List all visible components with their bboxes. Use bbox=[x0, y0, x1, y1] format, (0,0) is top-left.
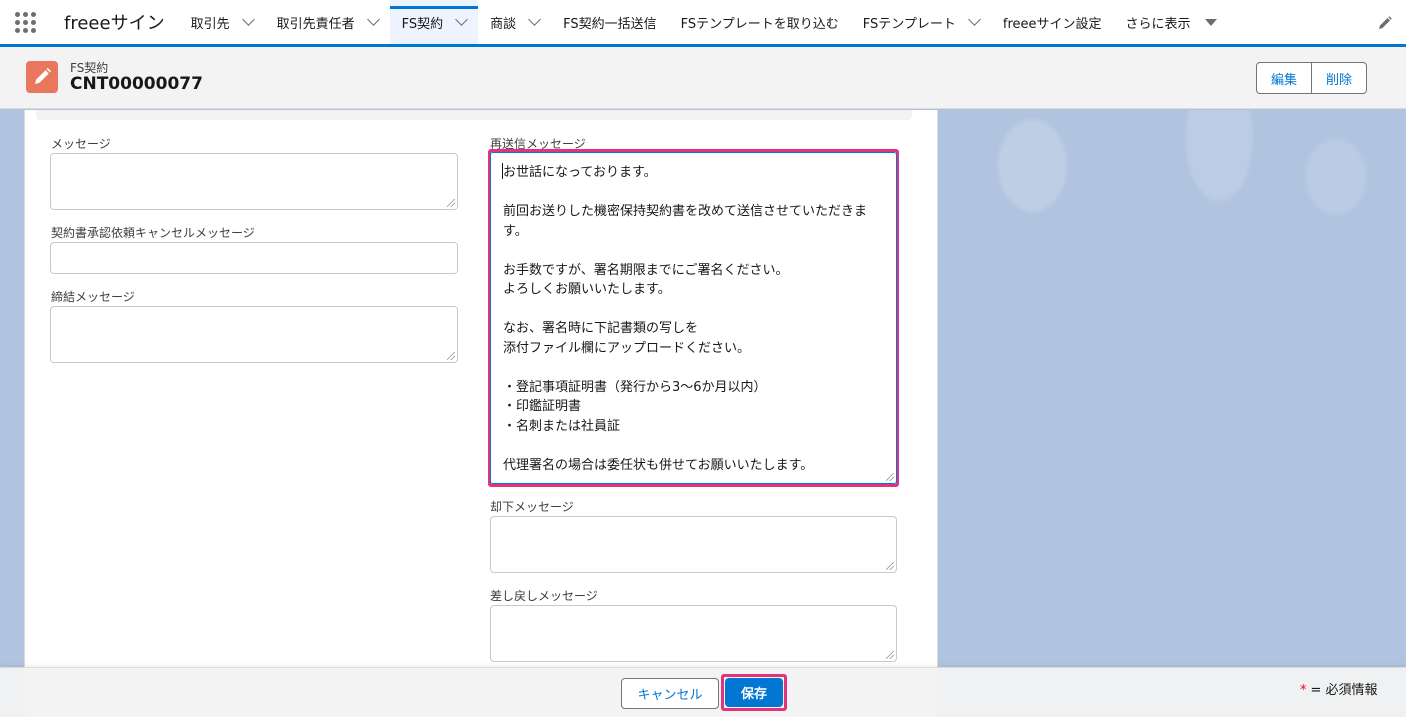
pencil-icon bbox=[35, 67, 52, 84]
nav-tabs: 取引先 取引先責任者 FS契約 商談 FS契約一括送信 FSテンプレートを取り込… bbox=[179, 0, 1229, 44]
textarea-line bbox=[503, 300, 884, 320]
textarea-line: お世話になっております。 bbox=[503, 165, 657, 180]
tab-label: さらに表示 bbox=[1125, 16, 1191, 32]
resend-message-textarea[interactable]: お世話になっております。 前回お送りした機密保持契約書を改めて送信させていただき… bbox=[490, 152, 897, 484]
textarea-line: 添付ファイル欄にアップロードください。 bbox=[503, 340, 751, 356]
tab-more[interactable]: さらに表示 bbox=[1114, 0, 1229, 44]
tab-label: 商談 bbox=[490, 16, 517, 32]
tab-label: freeeサイン設定 bbox=[1002, 16, 1102, 32]
chevron-down-icon[interactable] bbox=[455, 13, 468, 26]
textarea-line: ・印鑑証明書 bbox=[503, 399, 582, 414]
caret-down-icon bbox=[1204, 18, 1217, 26]
textarea-line bbox=[503, 358, 884, 378]
record-actions: 編集 削除 bbox=[1256, 62, 1368, 94]
conclusion-message-textarea[interactable] bbox=[50, 306, 458, 363]
textarea-line bbox=[503, 183, 884, 203]
required-info: * = 必須情報 bbox=[1300, 679, 1378, 698]
tab-label: FS契約一括送信 bbox=[563, 16, 657, 32]
chevron-down-icon[interactable] bbox=[968, 13, 981, 26]
global-nav: freeeサイン 取引先 取引先責任者 FS契約 商談 FS契約一括送信 FSテ… bbox=[0, 0, 1406, 47]
tab-freee-sign-settings[interactable]: freeeサイン設定 bbox=[991, 0, 1114, 44]
message-textarea[interactable] bbox=[50, 153, 458, 210]
tab-accounts[interactable]: 取引先 bbox=[179, 0, 265, 44]
message-label: メッセージ bbox=[51, 137, 111, 151]
textarea-line bbox=[503, 436, 884, 456]
cancel-message-input[interactable] bbox=[50, 242, 458, 274]
conclusion-message-label: 締結メッセージ bbox=[51, 290, 135, 304]
tab-opportunities[interactable]: 商談 bbox=[478, 0, 551, 44]
cancel-button[interactable]: キャンセル bbox=[621, 678, 719, 709]
edit-nav-icon[interactable] bbox=[1378, 16, 1392, 30]
resize-grip-icon[interactable] bbox=[886, 651, 894, 659]
app-name: freeeサイン bbox=[64, 13, 165, 34]
chevron-down-icon[interactable] bbox=[366, 13, 380, 26]
required-text: = 必須情報 bbox=[1310, 683, 1378, 698]
record-title: CNT00000077 bbox=[70, 74, 203, 94]
reject-message-textarea[interactable] bbox=[490, 516, 897, 573]
tab-label: FS契約 bbox=[401, 16, 444, 32]
textarea-line: よろしくお願いいたします。 bbox=[503, 282, 671, 297]
resize-grip-icon[interactable] bbox=[886, 473, 894, 481]
edit-button[interactable]: 編集 bbox=[1257, 63, 1311, 93]
tab-fs-template-import[interactable]: FSテンプレートを取り込む bbox=[669, 0, 851, 44]
delete-button[interactable]: 削除 bbox=[1311, 63, 1366, 93]
textarea-line: なお、署名時に下記書類の写しを bbox=[503, 321, 699, 336]
textarea-line: ・登記事項証明書（発行から3〜6か月以内） bbox=[503, 379, 767, 395]
tab-label: FSテンプレートを取り込む bbox=[680, 16, 839, 32]
tab-label: 取引先責任者 bbox=[276, 16, 355, 32]
text-cursor bbox=[502, 163, 503, 179]
textarea-line: す。 bbox=[503, 223, 528, 239]
tab-fs-bulk-send[interactable]: FS契約一括送信 bbox=[551, 0, 669, 44]
sendback-message-label: 差し戻しメッセージ bbox=[490, 589, 598, 603]
required-star: * bbox=[1300, 683, 1307, 698]
resize-grip-icon[interactable] bbox=[886, 562, 894, 570]
resize-grip-icon[interactable] bbox=[447, 352, 455, 360]
reject-message-label: 却下メッセージ bbox=[490, 500, 574, 514]
tab-fs-contracts[interactable]: FS契約 bbox=[389, 0, 479, 44]
chevron-down-icon[interactable] bbox=[241, 13, 255, 26]
textarea-line: ・名刺または社員証 bbox=[503, 418, 621, 434]
cancel-message-label: 契約書承認依頼キャンセルメッセージ bbox=[51, 226, 255, 240]
tab-label: 取引先 bbox=[190, 16, 230, 32]
contract-record-icon bbox=[26, 61, 58, 93]
section-divider bbox=[36, 110, 912, 120]
background-pattern bbox=[939, 110, 1406, 667]
app-launcher-icon[interactable] bbox=[0, 0, 50, 44]
record-header bbox=[0, 47, 1406, 109]
save-button[interactable]: 保存 bbox=[725, 678, 783, 707]
textarea-line: お手数ですが、署名期限までにご署名ください。 bbox=[503, 262, 789, 278]
tab-fs-templates[interactable]: FSテンプレート bbox=[851, 0, 991, 44]
tab-contacts[interactable]: 取引先責任者 bbox=[265, 0, 390, 44]
resize-grip-icon[interactable] bbox=[447, 199, 455, 207]
textarea-line: 代理署名の場合は委任状も併せてお願いいたします。 bbox=[503, 457, 814, 473]
textarea-line: 前回お送りした機密保持契約書を改めて送信させていただきま bbox=[503, 204, 868, 219]
textarea-line bbox=[503, 241, 884, 261]
chevron-down-icon[interactable] bbox=[528, 13, 542, 26]
tab-label: FSテンプレート bbox=[862, 16, 956, 32]
sendback-message-textarea[interactable] bbox=[490, 605, 897, 662]
